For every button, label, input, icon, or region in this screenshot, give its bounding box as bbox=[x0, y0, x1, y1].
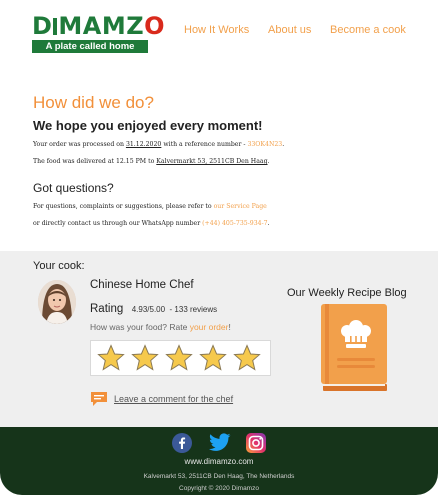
service-page-link[interactable]: our Service Page bbox=[214, 203, 267, 210]
chef-name: Chinese Home Chef bbox=[90, 279, 194, 291]
footer-address: Kalvemarkt 53, 2511CB Den Haag, The Neth… bbox=[143, 473, 295, 480]
page: D MAMZO A plate called home How It Works … bbox=[0, 0, 438, 495]
logo-tagline: A plate called home bbox=[32, 40, 148, 53]
review-count: - 133 reviews bbox=[169, 305, 218, 314]
star-icon[interactable] bbox=[97, 344, 125, 372]
rate-order-prompt: How was your food? Rate your order! bbox=[90, 322, 231, 332]
whatsapp-text: or directly contact us through our Whats… bbox=[33, 220, 270, 227]
twitter-icon[interactable] bbox=[207, 433, 231, 453]
logo-wordmark: D MAMZO bbox=[32, 12, 166, 40]
order-date: 31.12.2020 bbox=[125, 141, 162, 148]
recipe-book-icon[interactable] bbox=[321, 304, 388, 392]
delivery-address: Kalvermarkt 53, 2511CB Den Haag bbox=[156, 158, 268, 165]
instagram-icon[interactable] bbox=[246, 433, 266, 453]
nav-become-a-cook[interactable]: Become a cook bbox=[330, 24, 406, 36]
footer: www.dimamzo.com Kalvemarkt 53, 2511CB De… bbox=[0, 427, 438, 495]
cook-section: Your cook: Chinese Home Chef Rating 4.93… bbox=[0, 251, 438, 427]
fork-icon bbox=[53, 18, 58, 35]
star-rating-input[interactable] bbox=[90, 340, 271, 376]
questions-heading: Got questions? bbox=[33, 181, 114, 195]
star-icon[interactable] bbox=[165, 344, 193, 372]
order-processed-text: Your order was processed on 31.12.2020 w… bbox=[33, 141, 285, 148]
page-title: How did we do? bbox=[33, 93, 154, 112]
feedback-intro: How did we do? We hope you enjoyed every… bbox=[33, 93, 413, 227]
rating-label: Rating bbox=[90, 303, 124, 315]
star-icon[interactable] bbox=[131, 344, 159, 372]
nav-how-it-works[interactable]: How It Works bbox=[184, 24, 249, 36]
header: D MAMZO A plate called home How It Works … bbox=[0, 0, 438, 64]
footer-copyright: Copyright © 2020 Dimamzo bbox=[179, 485, 259, 492]
footer-url[interactable]: www.dimamzo.com bbox=[0, 457, 438, 466]
rate-order-link[interactable]: your order bbox=[190, 322, 229, 332]
rating-value: 4.93/5.00 bbox=[131, 305, 166, 314]
logo[interactable]: D MAMZO A plate called home bbox=[32, 13, 165, 53]
star-icon[interactable] bbox=[233, 344, 261, 372]
reference-number: 33OK4N23 bbox=[247, 141, 283, 148]
your-cook-label: Your cook: bbox=[33, 260, 85, 272]
page-subtitle: We hope you enjoyed every moment! bbox=[33, 118, 263, 133]
comment-icon bbox=[91, 391, 107, 406]
leave-comment-link[interactable]: Leave a comment for the chef bbox=[90, 390, 233, 408]
star-icon[interactable] bbox=[199, 344, 227, 372]
recipe-blog-title: Our Weekly Recipe Blog bbox=[287, 287, 407, 299]
facebook-icon[interactable] bbox=[172, 433, 192, 453]
chef-rating: Rating 4.93/5.00 - 133 reviews bbox=[90, 299, 217, 317]
whatsapp-number-link[interactable]: (+44) 405-735-934-7 bbox=[202, 220, 268, 227]
questions-text: For questions, complaints or suggestions… bbox=[33, 203, 267, 210]
delivery-text: The food was delivered at 12.15 PM to Ka… bbox=[33, 158, 270, 165]
nav-about-us[interactable]: About us bbox=[268, 24, 311, 36]
avatar bbox=[38, 280, 76, 324]
